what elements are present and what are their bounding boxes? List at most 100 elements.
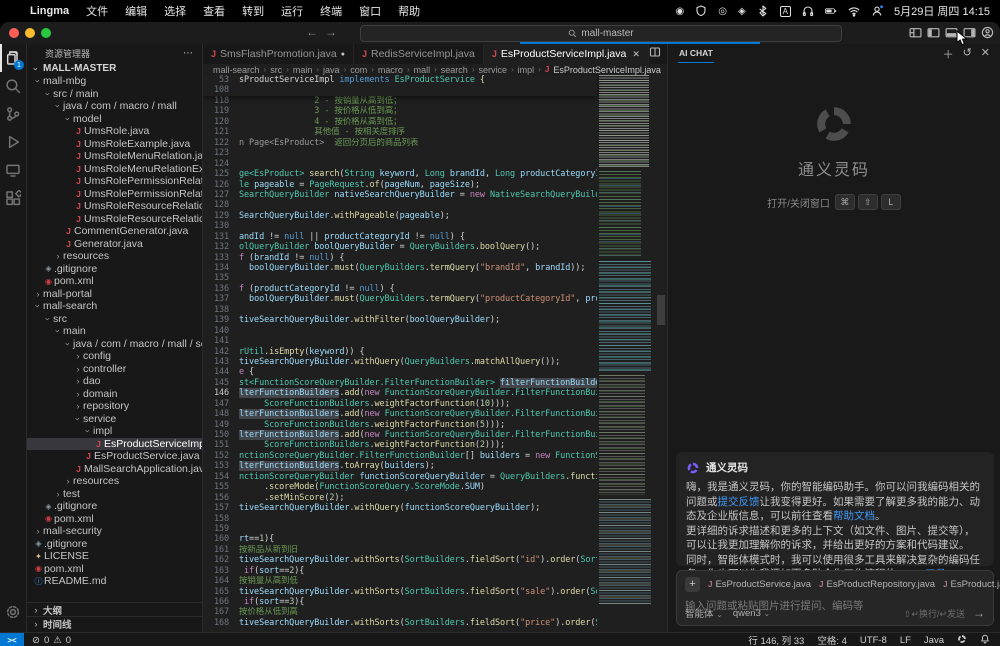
extensions-activity-icon[interactable] <box>0 184 26 212</box>
tree-item[interactable]: ◈.gitignore <box>27 538 202 551</box>
menubar-item-7[interactable]: 终端 <box>320 3 342 19</box>
run-debug-activity-icon[interactable] <box>0 128 26 156</box>
tree-item[interactable]: ›repository <box>27 400 202 413</box>
wifi-icon[interactable] <box>848 5 860 17</box>
tab-ai-chat[interactable]: AI CHAT <box>678 45 714 63</box>
menubar-item-1[interactable]: 文件 <box>86 3 108 19</box>
tag-icon[interactable]: ◈ <box>738 6 746 17</box>
tree-item[interactable]: JUmsRole.java <box>27 125 202 138</box>
tree-item[interactable]: ✦LICENSE <box>27 550 202 563</box>
lingma-status-icon[interactable] <box>957 634 967 646</box>
remote-activity-icon[interactable] <box>0 156 26 184</box>
inline-link[interactable]: 提交反馈 <box>718 496 760 508</box>
tree-item[interactable]: ›java / com / macro / mall / search <box>27 338 202 351</box>
tree-item[interactable]: JCommentGenerator.java <box>27 225 202 238</box>
breadcrumb[interactable]: mall-search›src›main›java›com›macro›mall… <box>203 64 667 75</box>
menubar-item-6[interactable]: 运行 <box>281 3 303 19</box>
tree-item[interactable]: JUmsRoleResourceRelationExample.j… <box>27 213 202 226</box>
tree-item[interactable]: ›resources <box>27 475 202 488</box>
add-context-button[interactable]: + <box>685 577 700 592</box>
context-chip[interactable]: JEsProductRepository.java <box>819 579 935 590</box>
battery-icon[interactable] <box>825 5 837 17</box>
status-item-5[interactable]: Java <box>924 635 944 646</box>
menubar-item-9[interactable]: 帮助 <box>398 3 420 19</box>
tree-item[interactable]: ◈.gitignore <box>27 500 202 513</box>
close-window-button[interactable] <box>9 28 19 38</box>
inline-link[interactable]: 帮助文档 <box>833 510 875 522</box>
tree-item[interactable]: JUmsRoleExample.java <box>27 138 202 151</box>
minimap[interactable] <box>597 75 655 632</box>
editor-tab[interactable]: JEsProductServiceImpl.java✕ <box>484 44 649 64</box>
tree-item[interactable]: JMallSearchApplication.java <box>27 463 202 476</box>
status-item-4[interactable]: LF <box>900 635 911 646</box>
explorer-more-actions-icon[interactable]: ⋯ <box>183 48 194 59</box>
tree-item[interactable]: ›mall-security <box>27 525 202 538</box>
notifications-bell-icon[interactable] <box>980 634 990 646</box>
tree-item[interactable]: ›impl <box>27 425 202 438</box>
customize-layout-icon[interactable] <box>909 26 922 39</box>
breadcrumb-item[interactable]: mall-search <box>213 65 260 75</box>
tree-item[interactable]: ›java / com / macro / mall <box>27 100 202 113</box>
search-activity-icon[interactable] <box>0 72 26 100</box>
tree-item[interactable]: ⓘREADME.md <box>27 575 202 588</box>
maximize-window-button[interactable] <box>41 28 51 38</box>
minimize-window-button[interactable] <box>25 28 35 38</box>
breadcrumb-item[interactable]: service <box>478 65 507 75</box>
split-editor-icon[interactable] <box>649 45 661 63</box>
tree-item[interactable]: ›src <box>27 313 202 326</box>
account-icon[interactable] <box>981 26 994 39</box>
context-chip[interactable]: JEsProduct.java <box>943 579 1000 590</box>
input-source-icon[interactable]: A <box>780 6 791 17</box>
remote-indicator[interactable]: >< <box>0 633 24 646</box>
tree-item[interactable]: ›domain <box>27 388 202 401</box>
tree-item[interactable]: JUmsRolePermissionRelation.java <box>27 175 202 188</box>
tree-item[interactable]: ›main <box>27 325 202 338</box>
toggle-primary-sidebar-icon[interactable] <box>927 26 940 39</box>
tree-item[interactable]: ◉pom.xml <box>27 275 202 288</box>
tree-item[interactable]: ›resources <box>27 250 202 263</box>
breadcrumb-item[interactable]: mall <box>414 65 431 75</box>
breadcrumb-item[interactable]: impl <box>518 65 535 75</box>
tree-item[interactable]: JUmsRoleMenuRelation.java <box>27 150 202 163</box>
new-chat-icon[interactable]: ＋ <box>943 46 954 62</box>
problems-indicator[interactable]: ⊘0 ⚠0 <box>32 635 71 646</box>
tree-item[interactable]: ›mall-mbg <box>27 75 202 88</box>
app-name[interactable]: Lingma <box>30 5 69 17</box>
settings-gear-icon[interactable] <box>0 598 26 626</box>
project-root-item[interactable]: › MALL-MASTER <box>27 62 202 75</box>
editor-tab[interactable]: JRedisServiceImpl.java <box>354 44 484 64</box>
status-item-2[interactable]: 空格: 4 <box>817 633 847 646</box>
tree-item[interactable]: ›model <box>27 113 202 126</box>
explorer-activity-icon[interactable]: 1 <box>0 44 26 72</box>
tree-item[interactable]: JEsProductServiceImpl.java <box>27 438 202 451</box>
model-dropdown[interactable]: qwen3 ⌄ <box>733 608 770 619</box>
tree-item[interactable]: ◉pom.xml <box>27 563 202 576</box>
headphones-icon[interactable] <box>802 5 814 17</box>
tree-item[interactable]: ›test <box>27 488 202 501</box>
breadcrumb-item[interactable]: macro <box>378 65 403 75</box>
status-item-3[interactable]: UTF-8 <box>860 635 887 646</box>
breadcrumb-item[interactable]: java <box>323 65 340 75</box>
context-chip[interactable]: JEsProductService.java <box>708 579 811 590</box>
tree-item[interactable]: JUmsRoleMenuRelationExample.java <box>27 163 202 176</box>
source-control-activity-icon[interactable] <box>0 100 26 128</box>
shield-icon[interactable] <box>695 5 707 17</box>
screen-record-icon[interactable]: ◎ <box>718 6 727 17</box>
menubar-clock[interactable]: 5月29日 周四 14:15 <box>894 3 990 19</box>
menubar-item-5[interactable]: 转到 <box>242 3 264 19</box>
tree-item[interactable]: ◉pom.xml <box>27 513 202 526</box>
menubar-item-2[interactable]: 编辑 <box>125 3 147 19</box>
tree-item[interactable]: ›service <box>27 413 202 426</box>
editor-tab[interactable]: JSmsFlashPromotion.java● <box>203 44 354 64</box>
navigate-back-icon[interactable]: ← <box>306 25 318 39</box>
tree-item[interactable]: JGenerator.java <box>27 238 202 251</box>
tree-item[interactable]: ›dao <box>27 375 202 388</box>
tree-item[interactable]: JUmsRoleResourceRelation.java <box>27 200 202 213</box>
mode-dropdown[interactable]: 智能体 ⌄ <box>685 606 723 620</box>
editor-scrollbar[interactable] <box>655 75 667 632</box>
send-button[interactable]: → <box>973 606 985 620</box>
tree-item[interactable]: ›controller <box>27 363 202 376</box>
explorer-section-1[interactable]: ›大纲 <box>27 602 202 616</box>
breadcrumb-item[interactable]: com <box>350 65 367 75</box>
tree-item[interactable]: JUmsRolePermissionRelationExample.j… <box>27 188 202 201</box>
